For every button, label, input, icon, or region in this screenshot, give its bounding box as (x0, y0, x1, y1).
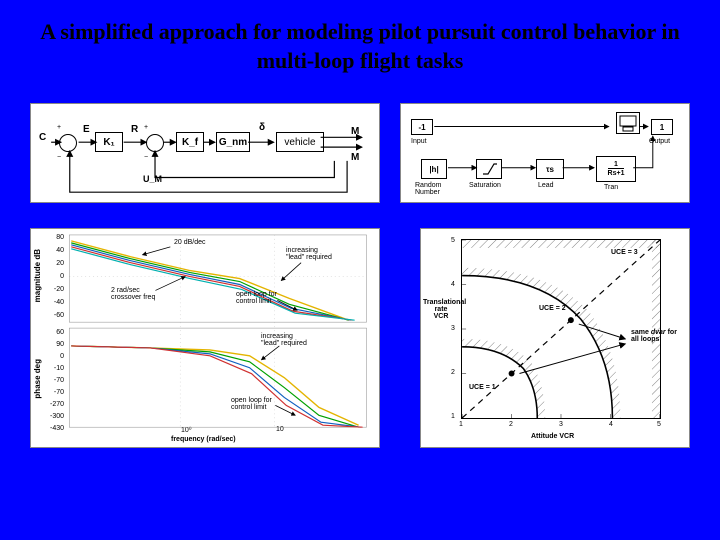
xtick: 10⁰ (181, 426, 192, 434)
xlabel: frequency (rad/sec) (171, 436, 236, 443)
uce1-label: UCE = 1 (469, 384, 496, 391)
block-vehicle: vehicle (276, 132, 324, 152)
phase-tick: -270 (39, 401, 64, 408)
minus-sign-1: − (57, 154, 61, 161)
output-block: 1 (651, 119, 673, 135)
block-gnm: G_nm (216, 132, 250, 152)
blockdiag-arrows (31, 104, 379, 202)
ann-openloop-2: open loop for control limit (231, 397, 272, 411)
mag-tick: 20 (39, 260, 64, 267)
signal-e: E (83, 124, 90, 135)
input-block: -1 (411, 119, 433, 135)
input-label: Input (411, 138, 427, 145)
ann-lead: increasing "lead" required (286, 247, 332, 261)
signal-c: C (39, 132, 46, 143)
phase-tick: -70 (39, 389, 64, 396)
panel-container: C + − E K₁ R + − K_f G_nm δ vehicle M M … (0, 83, 720, 533)
mag-tick: -60 (39, 312, 64, 319)
plus-sign-1: + (57, 124, 61, 131)
block-kf: K_f (176, 132, 204, 152)
phase-tick: 60 (39, 329, 64, 336)
random-label: Random Number (415, 182, 441, 196)
xtick: 2 (509, 421, 513, 428)
mag-tick: 40 (39, 247, 64, 254)
scope-icon (617, 113, 639, 133)
ytick: 4 (451, 281, 455, 288)
block-k1: K₁ (95, 132, 123, 152)
ann-crossover: 2 rad/sec crossover freq (111, 287, 155, 301)
phase-tick: 90 (39, 341, 64, 348)
phase-tick: -430 (39, 425, 64, 432)
dvar-note: same dvar for all loops (631, 329, 686, 343)
ann-slope: 20 dB/dec (174, 239, 206, 246)
saturation-block (476, 159, 502, 179)
phase-tick: 0 (39, 353, 64, 360)
vcr-uce-chart: Translational rate VCR (420, 228, 690, 448)
vcr-xlabel: Attitude VCR (531, 433, 574, 440)
mag-tick: 0 (39, 273, 64, 280)
signal-m-top: M (351, 126, 359, 137)
ytick: 1 (451, 413, 455, 420)
ann-openloop-1: open loop for control limit (236, 291, 277, 305)
page-title: A simplified approach for modeling pilot… (0, 0, 720, 83)
lead-block: τs (536, 159, 564, 179)
vcr-ylabel: Translational rate VCR (423, 299, 459, 320)
mag-tick: -20 (39, 286, 64, 293)
mag-tick: -40 (39, 299, 64, 306)
plus-sign-2: + (144, 124, 148, 131)
ann-lead-2: increasing "lead" required (261, 333, 307, 347)
control-block-diagram: C + − E K₁ R + − K_f G_nm δ vehicle M M … (30, 103, 380, 203)
random-block: |h| (421, 159, 447, 179)
bode-curves (31, 229, 379, 447)
minus-sign-2: − (144, 154, 148, 161)
signal-delta: δ (259, 122, 265, 133)
uce2-label: UCE = 2 (539, 305, 566, 312)
lead-label: Lead (538, 182, 554, 189)
ytick: 5 (451, 237, 455, 244)
tf-den: Rs+1 (608, 168, 625, 177)
ytick: 2 (451, 369, 455, 376)
mag-tick: 80 (39, 234, 64, 241)
transfer-label: Tran (604, 184, 618, 191)
summing-junction-1 (59, 134, 77, 152)
xtick: 4 (609, 421, 613, 428)
signal-m-bot: M (351, 152, 359, 163)
xtick: 3 (559, 421, 563, 428)
uce3-label: UCE = 3 (611, 249, 638, 256)
xtick: 10 (276, 426, 284, 433)
signal-um: U_M (143, 174, 162, 184)
phase-tick: -300 (39, 413, 64, 420)
transfer-block: 1 Rs+1 (596, 156, 636, 182)
saturation-label: Saturation (469, 182, 501, 189)
phase-tick: -70 (39, 377, 64, 384)
signal-r: R (131, 124, 138, 135)
scope-block (616, 112, 640, 134)
saturation-icon (481, 162, 497, 176)
phase-tick: -10 (39, 365, 64, 372)
bode-plot: magnitude dB phase deg 80 40 20 0 -20 -4… (30, 228, 380, 448)
simulink-diagram: -1 Input 1 Output |h| Random Number Satu… (400, 103, 690, 203)
xtick: 1 (459, 421, 463, 428)
ytick: 3 (451, 325, 455, 332)
xtick: 5 (657, 421, 661, 428)
tf-num: 1 (614, 161, 618, 168)
summing-junction-2 (146, 134, 164, 152)
output-label: Output (649, 138, 670, 145)
